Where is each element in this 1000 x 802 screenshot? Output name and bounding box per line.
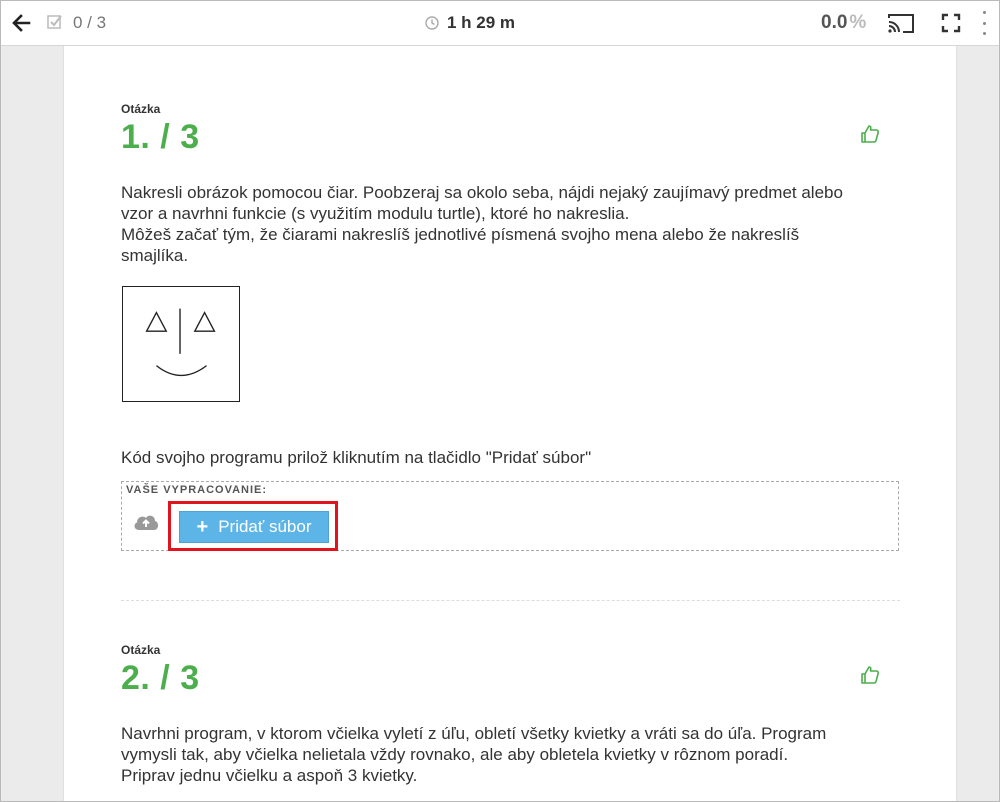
question-text-line: vzor a navrhni funkcie (s využitím modul… <box>121 204 630 223</box>
smiley-drawing-image <box>122 286 240 402</box>
thumbs-up-icon[interactable] <box>860 665 880 685</box>
score-unit: % <box>849 12 867 33</box>
question-text-line: Priprav jednu včielku a aspoň 3 kvietky. <box>121 766 418 785</box>
clock-icon <box>425 16 439 30</box>
checkbox-icon <box>47 15 62 29</box>
question-text-line: Môžeš začať tým, že čiarami nakreslíš je… <box>121 225 800 244</box>
app-window: 0 / 3 1 h 29 m 0.0% Otázka 1. / 3 Nakres… <box>0 0 1000 802</box>
more-dot <box>983 11 986 14</box>
question-number: 1. / 3 <box>121 118 200 156</box>
question-label: Otázka <box>121 643 161 657</box>
more-dot <box>983 21 986 25</box>
top-toolbar: 0 / 3 1 h 29 m 0.0% <box>1 1 999 46</box>
question-text-line: vymysli tak, aby včielka nelietala vždy … <box>121 745 789 764</box>
question-divider <box>121 600 900 601</box>
submission-label: VAŠE VYPRACOVANIE: <box>126 484 268 496</box>
timer: 1 h 29 m <box>425 13 515 33</box>
score: 0.0% <box>821 12 866 34</box>
back-arrow-icon[interactable] <box>11 13 31 33</box>
question-2-header: Otázka 2. / 3 <box>121 643 900 698</box>
timer-value: 1 h 29 m <box>447 13 516 32</box>
fullscreen-icon[interactable] <box>941 13 961 33</box>
more-menu-icon[interactable] <box>983 11 991 35</box>
question-text-line: Nakresli obrázok pomocou čiar. Poobzeraj… <box>121 183 843 202</box>
submission-area: VAŠE VYPRACOVANIE: + Pridať súbor <box>121 481 899 551</box>
answered-progress: 0 / 3 <box>73 13 107 32</box>
cast-icon[interactable] <box>887 12 915 34</box>
add-file-label: Pridať súbor <box>218 517 312 536</box>
question-1-text: Nakresli obrázok pomocou čiar. Poobzeraj… <box>121 182 900 266</box>
cloud-upload-icon <box>134 515 159 530</box>
question-text-line: Navrhni program, v ktorom včielka vyletí… <box>121 724 827 743</box>
thumbs-up-icon[interactable] <box>860 124 880 144</box>
plus-icon: + <box>196 516 209 538</box>
test-content: Otázka 1. / 3 Nakresli obrázok pomocou č… <box>63 46 957 801</box>
add-file-button[interactable]: + Pridať súbor <box>179 511 329 543</box>
question-label: Otázka <box>121 102 161 116</box>
question-number: 2. / 3 <box>121 659 200 697</box>
question-1-header: Otázka 1. / 3 <box>121 102 900 157</box>
score-value: 0.0 <box>821 12 848 33</box>
attach-instruction: Kód svojho programu prilož kliknutím na … <box>121 448 592 467</box>
question-text-line: smajlíka. <box>121 246 189 265</box>
more-dot <box>983 32 986 35</box>
highlight-frame: + Pridať súbor <box>168 501 338 551</box>
question-2-text: Navrhni program, v ktorom včielka vyletí… <box>121 723 900 786</box>
